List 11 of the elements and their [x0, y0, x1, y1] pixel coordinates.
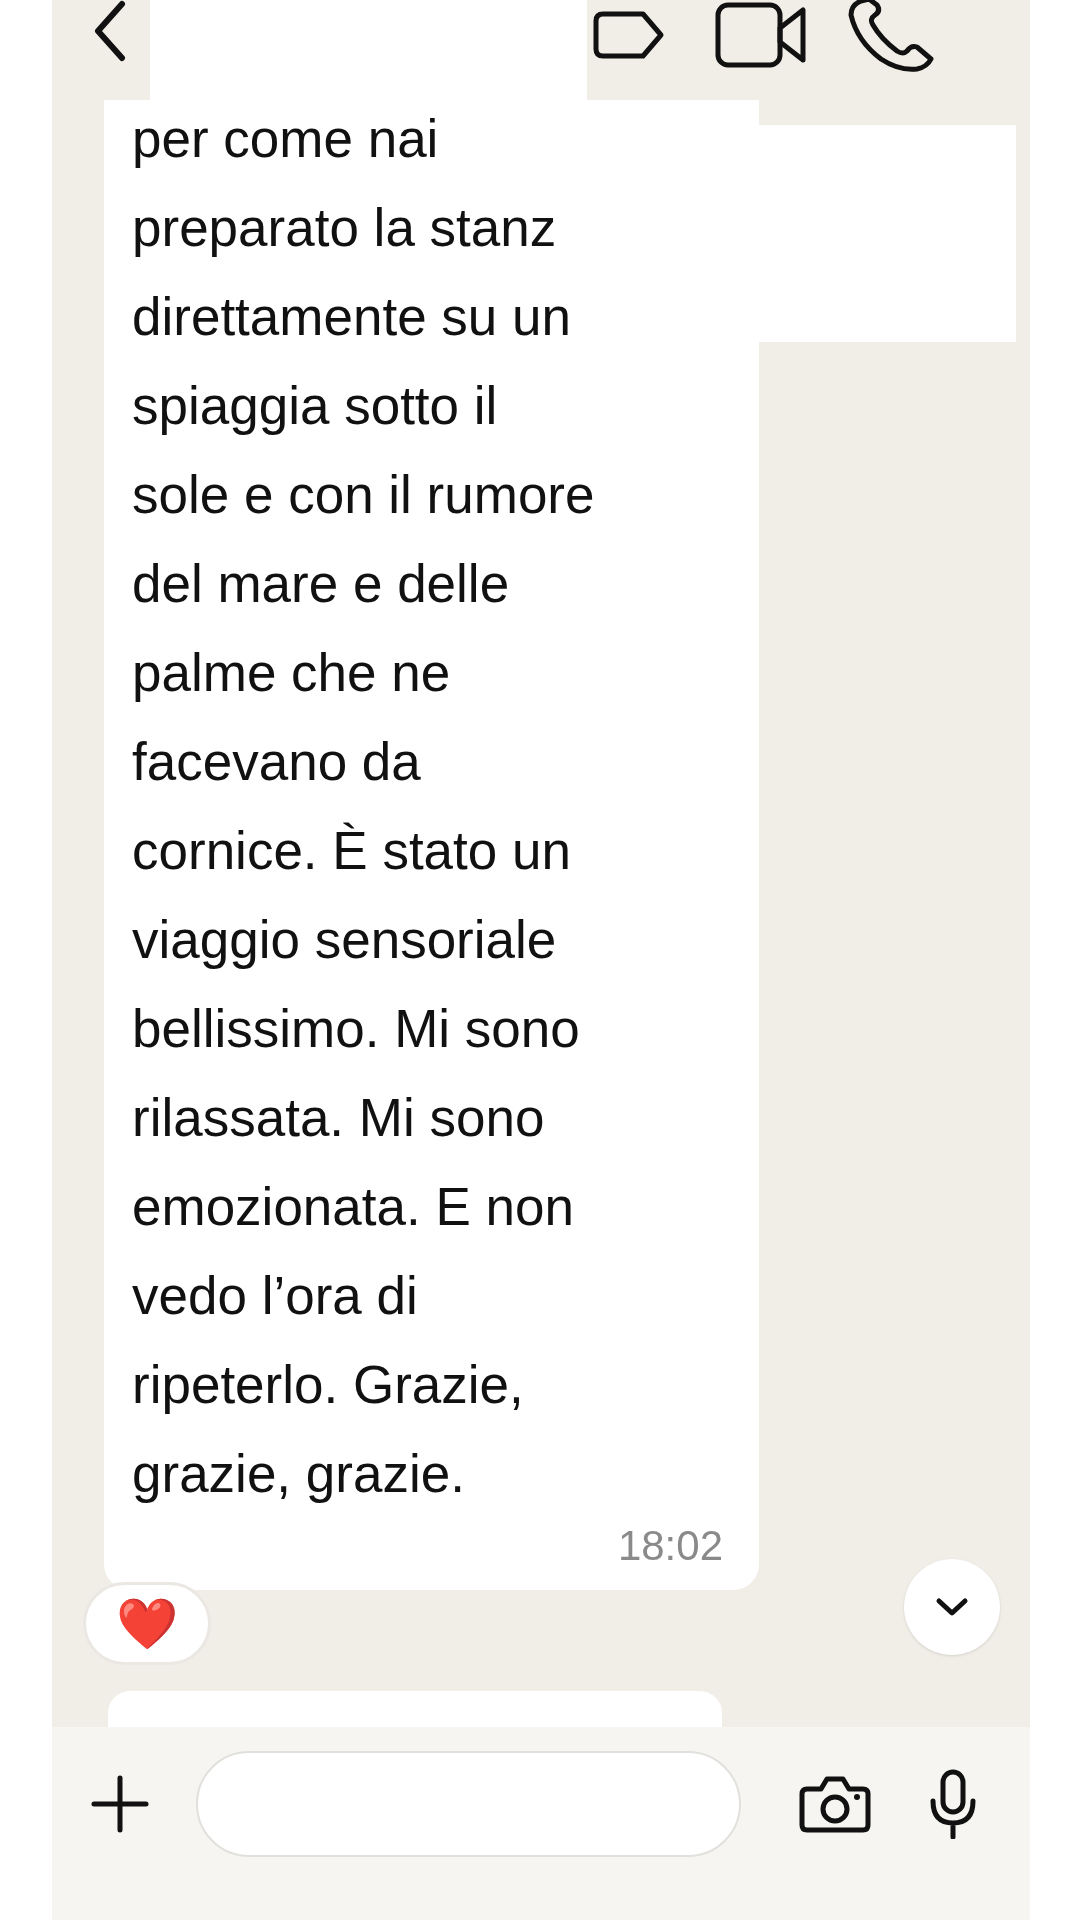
reaction-badge[interactable]: ❤ — [83, 1582, 211, 1665]
chevron-down-icon — [935, 1597, 969, 1617]
message-time: 18:02 — [616, 1522, 724, 1570]
message-text: per come nai preparato la stanz direttamente su un spiaggia sotto il sole e con il rumore del mare e delle palme che ne facevano da cornice. È stato un viaggio sensoriale bellissimo. Mi sono rilassata. Mi sono emozionata. E non vedo l’ora di ripeterlo. Grazie, grazie, grazie. — [132, 108, 596, 1505]
plus-icon[interactable] — [90, 1773, 150, 1834]
video-call-icon[interactable] — [715, 2, 807, 68]
label-icon[interactable] — [593, 11, 665, 59]
camera-icon[interactable] — [799, 1774, 871, 1833]
microphone-icon[interactable] — [929, 1768, 977, 1839]
back-icon[interactable] — [92, 0, 128, 62]
phone-icon[interactable] — [847, 0, 935, 73]
